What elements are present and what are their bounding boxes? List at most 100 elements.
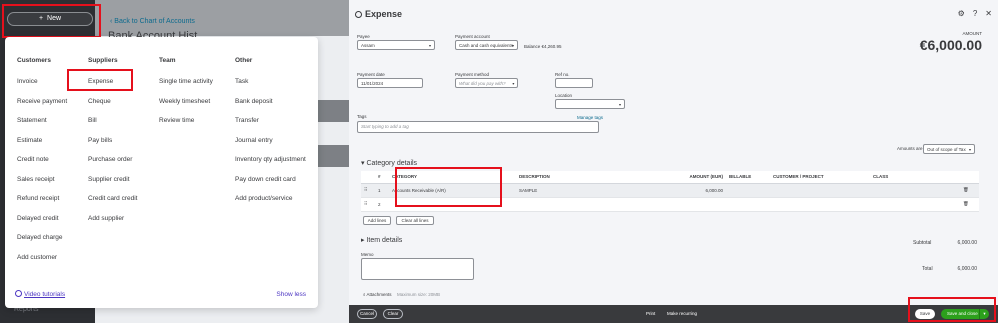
top-icons: ⚙? ✕ [950, 9, 992, 18]
menu-item-receive-payment[interactable]: Receive payment [17, 96, 67, 116]
row-class[interactable] [870, 197, 960, 212]
menu-item-inventory-qty-adjustment[interactable]: Inventory qty adjustment [235, 154, 306, 174]
menu-item-delayed-charge[interactable]: Delayed charge [17, 232, 67, 252]
menu-item-sales-receipt[interactable]: Sales receipt [17, 174, 67, 194]
amounts-are-value: Out of scope of Tax [927, 147, 966, 152]
highlight-expense-item [67, 69, 133, 91]
amount-label: AMOUNT [962, 31, 983, 36]
menu-head-team: Team [159, 57, 176, 64]
footer-bar: Cancel Clear Print Make recurring Save S… [349, 305, 998, 323]
menu-item-cheque[interactable]: Cheque [88, 96, 138, 116]
chevron-down-icon: ▾ [618, 102, 621, 107]
category-details-header[interactable]: ▾ Category details [361, 159, 417, 167]
row-amount[interactable]: 6,000.00 [636, 183, 726, 198]
row-amount[interactable] [636, 197, 726, 212]
print-link[interactable]: Print [646, 311, 655, 316]
ref-no-field[interactable] [555, 78, 593, 88]
expense-title: Expense [355, 9, 402, 19]
menu-item-transfer[interactable]: Transfer [235, 115, 306, 135]
menu-item-delayed-credit[interactable]: Delayed credit [17, 213, 67, 233]
ref-no-label: Ref no. [555, 72, 570, 77]
new-menu: Customers Invoice Receive payment Statem… [5, 37, 318, 308]
payment-method-select[interactable]: What did you pay with? ▾ [455, 78, 518, 88]
row-billable[interactable] [726, 183, 770, 198]
clear-all-lines-button[interactable]: Clear all lines [396, 216, 434, 225]
highlight-category-cell [395, 167, 502, 207]
item-details-label: Item details [366, 237, 403, 244]
payment-account-select[interactable]: Cash and cash equivalents ▾ [455, 40, 518, 50]
attachments-label[interactable]: ⌕ Attachments [363, 292, 392, 297]
gear-icon[interactable]: ⚙ [958, 9, 965, 18]
video-tutorials-link[interactable]: Video tutorials [15, 290, 65, 298]
clear-button[interactable]: Clear [383, 309, 403, 319]
amounts-are-select[interactable]: Out of scope of Tax ▾ [923, 144, 975, 154]
total-label: Total [922, 266, 933, 272]
payment-date-field[interactable]: 11/01/2024 [357, 78, 423, 88]
payment-date-value: 11/01/2024 [361, 81, 384, 86]
history-icon[interactable] [355, 11, 362, 18]
menu-item-supplier-credit[interactable]: Supplier credit [88, 174, 138, 194]
item-details-header[interactable]: ▸ Item details [361, 236, 402, 244]
row-num: 2 [375, 197, 389, 212]
subtotal-label: Subtotal [913, 240, 932, 246]
highlight-save-buttons [908, 297, 996, 322]
trash-icon[interactable]: 🗑 [960, 197, 979, 212]
back-link-label: Back to Chart of Accounts [114, 18, 195, 25]
menu-col-customers: Customers Invoice Receive payment Statem… [17, 57, 67, 271]
col-customer-project: CUSTOMER / PROJECT [770, 171, 870, 184]
chevron-down-icon: ▾ [511, 81, 514, 86]
attachments-text: Attachments [366, 292, 392, 297]
row-description[interactable]: SAMPLE [516, 183, 636, 198]
total-value: 6,000.00 [957, 266, 977, 272]
menu-item-bank-deposit[interactable]: Bank deposit [235, 96, 306, 116]
menu-item-credit-card-credit[interactable]: Credit card credit [88, 193, 138, 213]
add-lines-button[interactable]: Add lines [363, 216, 391, 225]
payee-select[interactable]: Assam ▾ [357, 40, 435, 50]
menu-item-refund-receipt[interactable]: Refund receipt [17, 193, 67, 213]
tags-label: Tags [357, 114, 367, 119]
make-recurring-link[interactable]: Make recurring [667, 311, 697, 316]
show-less-link[interactable]: Show less [276, 291, 306, 298]
menu-item-task[interactable]: Task [235, 76, 306, 96]
delete-column-header [960, 171, 979, 184]
cancel-button[interactable]: Cancel [357, 309, 377, 319]
menu-item-add-customer[interactable]: Add customer [17, 252, 67, 272]
menu-item-bill[interactable]: Bill [88, 115, 138, 135]
menu-item-review-time[interactable]: Review time [159, 115, 213, 135]
menu-item-invoice[interactable]: Invoice [17, 76, 67, 96]
trash-icon[interactable]: 🗑 [960, 183, 979, 198]
row-billable[interactable] [726, 197, 770, 212]
attachments-hint: Maximum size: 20MB [397, 292, 441, 297]
drag-handle-icon[interactable]: ⠿ [361, 183, 375, 198]
menu-item-statement[interactable]: Statement [17, 115, 67, 135]
background-row [318, 100, 349, 122]
menu-item-estimate[interactable]: Estimate [17, 135, 67, 155]
menu-col-team: Team Single time activity Weekly timeshe… [159, 57, 213, 135]
tags-input[interactable]: Start typing to add a tag [357, 121, 599, 133]
menu-item-journal-entry[interactable]: Journal entry [235, 135, 306, 155]
menu-item-weekly-timesheet[interactable]: Weekly timesheet [159, 96, 213, 116]
background-row [318, 145, 349, 167]
menu-item-single-time-activity[interactable]: Single time activity [159, 76, 213, 96]
menu-item-add-product-service[interactable]: Add product/service [235, 193, 306, 213]
manage-tags-link[interactable]: Manage tags [577, 115, 603, 120]
row-description[interactable] [516, 197, 636, 212]
back-link[interactable]: ‹ Back to Chart of Accounts [110, 18, 195, 25]
row-class[interactable] [870, 183, 960, 198]
drag-handle-icon[interactable]: ⠿ [361, 197, 375, 212]
close-icon[interactable]: ✕ [985, 9, 992, 18]
row-customer[interactable] [770, 183, 870, 198]
menu-item-add-supplier[interactable]: Add supplier [88, 213, 138, 233]
location-select[interactable]: ▾ [555, 99, 625, 109]
payment-date-label: Payment date [357, 72, 385, 77]
row-customer[interactable] [770, 197, 870, 212]
payee-value: Assam [361, 43, 375, 48]
menu-item-pay-bills[interactable]: Pay bills [88, 135, 138, 155]
menu-item-purchase-order[interactable]: Purchase order [88, 154, 138, 174]
memo-textarea[interactable] [361, 258, 474, 280]
help-icon[interactable]: ? [973, 9, 977, 18]
col-description: DESCRIPTION [516, 171, 636, 184]
amount-value: €6,000.00 [919, 37, 982, 53]
menu-item-credit-note[interactable]: Credit note [17, 154, 67, 174]
menu-item-pay-down-credit-card[interactable]: Pay down credit card [235, 174, 306, 194]
